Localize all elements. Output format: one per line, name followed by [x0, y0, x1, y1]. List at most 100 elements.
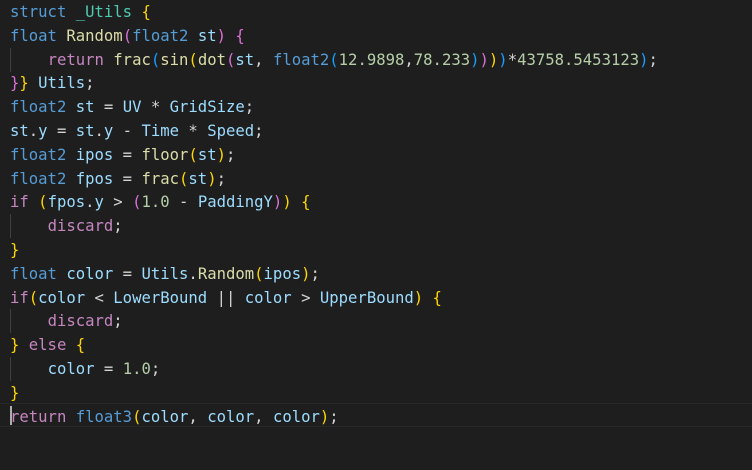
- code-token-num: 43758.5453123: [517, 50, 640, 69]
- code-line[interactable]: }} Utils;: [10, 71, 95, 95]
- code-token-b1: }: [10, 336, 20, 355]
- code-line[interactable]: if(color < LowerBound || color > UpperBo…: [10, 286, 442, 310]
- code-token-var: color: [38, 288, 86, 307]
- code-token-var: color: [207, 407, 255, 426]
- code-line[interactable]: float2 fpos = frac(st);: [10, 167, 226, 191]
- code-line[interactable]: float2 st = UV * GridSize;: [10, 95, 254, 119]
- code-line[interactable]: struct _Utils {: [10, 0, 151, 24]
- code-token-b2: {: [235, 26, 245, 45]
- code-token: =: [113, 264, 142, 283]
- code-token-b1: ): [301, 264, 311, 283]
- code-token-num: 78.233: [413, 50, 471, 69]
- code-token-var: Speed: [207, 122, 255, 140]
- code-token-b1: {: [141, 3, 151, 21]
- code-token-var: fpos: [47, 193, 86, 212]
- code-token-var: UpperBound: [319, 288, 414, 307]
- code-token: .: [85, 193, 95, 212]
- code-token: =: [94, 360, 123, 378]
- code-token-b3: (: [329, 50, 339, 69]
- code-token-kw: float2: [132, 26, 189, 45]
- code-token-var: ipos: [263, 264, 302, 283]
- code-token-fn: dot: [197, 50, 226, 69]
- code-token-b3: ): [498, 50, 508, 69]
- code-token-b1: ): [282, 193, 292, 212]
- code-token-var: GridSize: [169, 98, 245, 117]
- code-token: ;: [216, 169, 226, 188]
- code-token-b1: }: [19, 74, 29, 93]
- code-token: .: [188, 264, 198, 283]
- code-line[interactable]: float color = Utils.Random(ipos);: [10, 262, 320, 286]
- code-line[interactable]: if (fpos.y > (1.0 - PaddingY)) {: [10, 190, 310, 214]
- code-token-var: color: [141, 407, 189, 426]
- code-token-b2: ): [216, 26, 226, 45]
- code-token: ;: [254, 122, 264, 140]
- code-editor[interactable]: struct _Utils {float Random(float2 st) {…: [0, 0, 752, 470]
- code-token-var: st: [75, 98, 95, 117]
- code-token-var: LowerBound: [113, 288, 208, 307]
- code-token-b2: ): [479, 50, 489, 69]
- code-token-var: y: [94, 193, 104, 212]
- code-token-var: y: [38, 122, 48, 140]
- code-token: ,: [254, 407, 273, 426]
- code-token-fn: Random: [66, 26, 123, 45]
- code-token: -: [169, 193, 198, 212]
- code-token: =: [113, 169, 142, 188]
- code-token-b1: ): [488, 50, 499, 69]
- indent-guide: [10, 47, 11, 72]
- code-token-var: st: [188, 169, 208, 188]
- code-token: -: [113, 122, 142, 140]
- code-token-type: _Utils: [75, 3, 133, 21]
- code-token-b1: ): [319, 407, 330, 426]
- code-token: =: [113, 145, 142, 164]
- code-token-fn: floor: [141, 145, 189, 164]
- code-token: <: [85, 288, 114, 307]
- code-line[interactable]: }: [10, 238, 19, 262]
- code-line[interactable]: }: [10, 381, 19, 405]
- code-token-var: st: [10, 122, 29, 140]
- code-token-b1: {: [75, 336, 86, 355]
- code-line[interactable]: discard;: [10, 309, 123, 333]
- code-token-ctl: return: [47, 50, 104, 69]
- code-token-b2: }: [10, 74, 20, 93]
- code-token-var: y: [103, 122, 114, 140]
- code-token-kw: float2: [10, 145, 67, 164]
- code-line[interactable]: float2 ipos = floor(st);: [10, 143, 235, 167]
- code-line[interactable]: return float3(color, color, color);: [10, 405, 339, 429]
- code-token-b3: ): [639, 50, 649, 69]
- indent-guide: [10, 214, 11, 239]
- code-token-ctl: return: [10, 407, 67, 426]
- code-line[interactable]: discard;: [10, 214, 123, 238]
- code-token-ctl: if: [10, 193, 29, 212]
- code-line[interactable]: return frac(sin(dot(st, float2(12.9898,7…: [10, 48, 658, 72]
- code-token: ||: [207, 288, 245, 307]
- code-token-b1: {: [432, 288, 442, 307]
- code-token-b1: (: [179, 169, 189, 188]
- code-token: ,: [404, 50, 414, 69]
- code-token: .: [28, 122, 39, 140]
- code-token-num: 12.9898: [338, 50, 405, 69]
- code-token: *: [179, 122, 208, 140]
- code-token-var: st: [235, 50, 255, 69]
- code-line[interactable]: } else {: [10, 333, 85, 357]
- code-token-var: ipos: [75, 145, 114, 164]
- code-token-b2: (: [225, 50, 236, 69]
- code-token: ;: [310, 264, 320, 283]
- code-line[interactable]: float Random(float2 st) {: [10, 24, 245, 48]
- code-token-b1: (: [254, 264, 264, 283]
- code-line[interactable]: st.y = st.y - Time * Speed;: [10, 119, 264, 143]
- code-token: ;: [244, 98, 255, 117]
- code-line[interactable]: color = 1.0;: [10, 357, 161, 381]
- code-token-b2: ): [272, 193, 283, 212]
